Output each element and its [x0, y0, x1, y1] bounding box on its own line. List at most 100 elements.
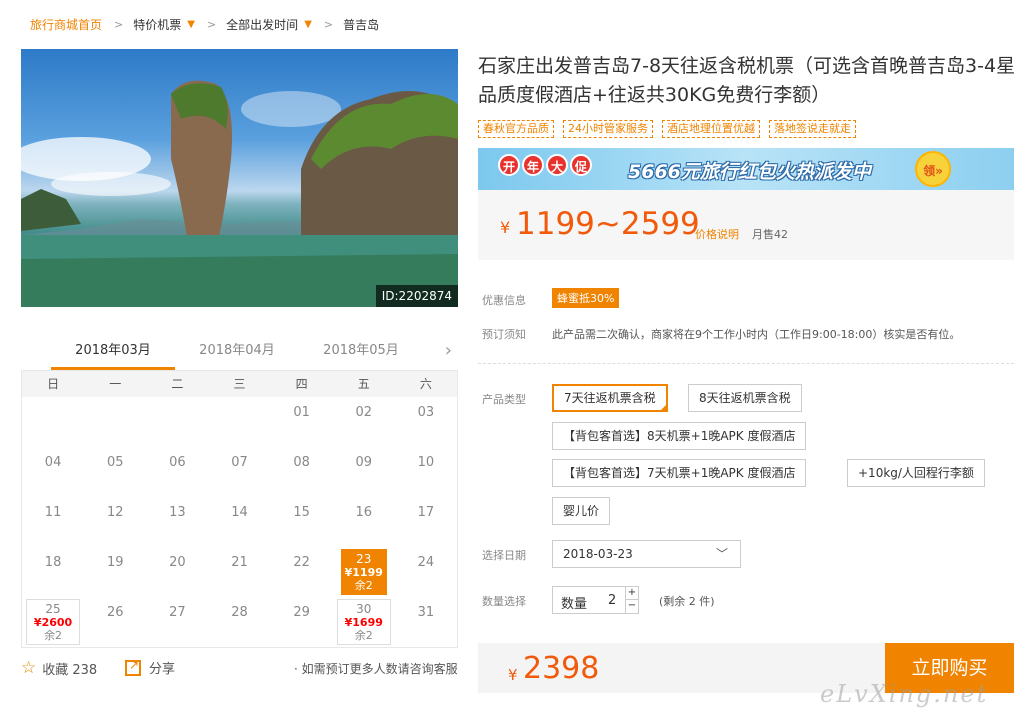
tab-month-may[interactable]: 2018年05月 — [299, 334, 423, 370]
calendar-day: 20 — [169, 555, 186, 570]
calendar-day: 16 — [355, 505, 373, 520]
calendar-day-available[interactable]: 30 ¥1699 余2 — [336, 599, 391, 645]
product-title: 石家庄出发普吉岛7-8天往返含税机票（可选含首晚普吉岛3-4星品质度假酒店+往返… — [478, 55, 1016, 106]
promo-banner[interactable]: 开 年 大 促 5666元旅行红包火热派发中 领» — [478, 148, 1014, 190]
breadcrumb-departure-time[interactable]: 全部出发时间 — [226, 16, 298, 33]
calendar-day: 18 — [44, 555, 62, 570]
day-remaining: 余2 — [44, 629, 63, 642]
day-number: 30 — [356, 602, 372, 616]
tab-month-april[interactable]: 2018年04月 — [175, 334, 299, 370]
weekday-label: 三 — [233, 377, 246, 391]
discount-badge: 蜂蜜抵30% — [552, 288, 620, 308]
calendar-day: 02 — [355, 405, 373, 420]
contact-service-link[interactable]: · 如需预订更多人数请咨询客服 — [294, 660, 458, 677]
weekday-label: 四 — [295, 377, 308, 391]
calendar-day-available[interactable]: 25 ¥2600 余2 — [26, 599, 81, 645]
service-tag: 落地签说走就走 — [769, 120, 856, 138]
notice-label: 预订须知 — [482, 328, 526, 341]
currency-symbol: ¥ — [500, 218, 511, 237]
quantity-value[interactable]: 2 — [608, 593, 616, 608]
product-type-label: 产品类型 — [482, 393, 526, 406]
date-value: 2018-03-23 — [563, 547, 633, 561]
service-tag: 春秋官方品质 — [478, 120, 554, 138]
quantity-text: 数量 — [561, 597, 588, 612]
day-price: ¥1699 — [344, 616, 383, 629]
caret-down-icon[interactable]: ▼ — [304, 19, 312, 30]
calendar-month-tabs: 2018年03月 2018年04月 2018年05月 › — [21, 334, 458, 370]
day-remaining: 余2 — [354, 629, 373, 642]
breadcrumb-destination[interactable]: 普吉岛 — [343, 16, 379, 33]
service-tag: 酒店地理位置优越 — [662, 120, 760, 138]
breadcrumb-flights[interactable]: 特价机票 — [133, 16, 181, 33]
option-8day-flight[interactable]: 8天往返机票含税 — [688, 384, 802, 412]
chevron-right-icon[interactable]: › — [445, 340, 452, 361]
share-button[interactable]: 分享 — [125, 658, 175, 677]
calendar-day: 29 — [293, 605, 310, 620]
calendar-days: 01 02 03 04 05 06 07 08 09 10 11 12 13 1… — [22, 397, 457, 647]
day-price: ¥2600 — [33, 616, 73, 629]
promo-badge: 开 — [498, 154, 520, 176]
quantity-stepper[interactable]: 数量 2 + − — [552, 586, 639, 614]
calendar-day: 13 — [169, 505, 186, 520]
chevron-right-icon: > — [323, 17, 334, 31]
quantity-label: 数量选择 — [482, 595, 526, 608]
promo-badge: 年 — [522, 154, 544, 176]
day-number: 25 — [45, 602, 61, 616]
calendar-day: 21 — [231, 555, 248, 570]
day-remaining: 余2 — [354, 579, 373, 592]
calendar-day: 07 — [231, 455, 248, 470]
calendar-day: 31 — [417, 605, 435, 620]
calendar-day: 14 — [231, 505, 248, 520]
breadcrumb-home-link[interactable]: 旅行商城首页 — [30, 16, 102, 33]
calendar-day: 06 — [169, 455, 186, 470]
date-select[interactable]: 2018-03-23 ﹀ — [552, 540, 741, 568]
favorite-button[interactable]: ☆ 收藏 238 — [21, 658, 97, 678]
total-price: 2398 — [523, 651, 600, 686]
share-icon — [125, 658, 141, 676]
divider — [478, 363, 1014, 364]
calendar-day: 05 — [106, 455, 124, 470]
chevron-down-icon: ﹀ — [715, 547, 728, 561]
calendar-day: 04 — [44, 455, 62, 470]
option-7day-flight[interactable]: 7天往返机票含税 — [552, 384, 668, 412]
option-8day-flight-hotel[interactable]: 【背包客首选】8天机票+1晚APK 度假酒店 — [552, 422, 807, 450]
calendar-empty-cell — [84, 397, 146, 447]
price-box: ¥ 1199~2599 价格说明 月售42 — [478, 190, 1014, 260]
promo-badge: 大 — [546, 154, 568, 176]
calendar-day: 01 — [293, 405, 310, 420]
island-landscape-illustration — [21, 80, 458, 307]
weekday-label: 二 — [171, 377, 184, 391]
chevron-right-icon: > — [114, 17, 124, 31]
option-infant[interactable]: 婴儿价 — [552, 497, 611, 525]
caret-down-icon[interactable]: ▼ — [187, 19, 195, 30]
promo-badges: 开 年 大 促 — [498, 154, 594, 176]
calendar-weekday-header: 日 一 二 三 四 五 六 — [22, 371, 457, 397]
date-label: 选择日期 — [482, 549, 526, 562]
calendar-day: 26 — [106, 605, 124, 620]
departure-calendar: 日 一 二 三 四 五 六 01 02 03 04 05 06 07 08 09… — [21, 370, 458, 648]
price-explanation-link[interactable]: 价格说明 — [695, 226, 739, 242]
calendar-empty-cell — [208, 397, 270, 447]
weekday-label: 日 — [47, 377, 60, 391]
remaining-stock: (剩余 2 件) — [659, 595, 715, 608]
weekday-label: 六 — [419, 377, 432, 391]
option-extra-baggage[interactable]: +10kg/人回程行李额 — [847, 459, 985, 487]
increment-button[interactable]: + — [625, 587, 638, 600]
product-id-badge: ID:2202874 — [375, 285, 458, 307]
calendar-day: 19 — [106, 555, 124, 570]
tab-month-march[interactable]: 2018年03月 — [51, 334, 175, 370]
calendar-day: 28 — [231, 605, 248, 620]
calendar-day: 08 — [293, 455, 310, 470]
calendar-empty-cell — [146, 397, 208, 447]
claim-coupon-button[interactable]: 领» — [915, 151, 951, 187]
decrement-button[interactable]: − — [625, 600, 638, 613]
calendar-day-selected[interactable]: 23 ¥1199 余2 — [340, 549, 387, 595]
price-range: 1199~2599 — [516, 206, 700, 242]
calendar-day: 11 — [44, 505, 62, 520]
weekday-label: 一 — [109, 377, 122, 391]
breadcrumb: 旅行商城首页 > 特价机票 ▼ > 全部出发时间 ▼ > 普吉岛 — [30, 14, 379, 34]
calendar-day: 03 — [417, 405, 435, 420]
favorite-label: 收藏 238 — [42, 662, 98, 678]
option-7day-flight-hotel[interactable]: 【背包客首选】7天机票+1晚APK 度假酒店 — [552, 459, 807, 487]
calendar-day: 27 — [169, 605, 186, 620]
